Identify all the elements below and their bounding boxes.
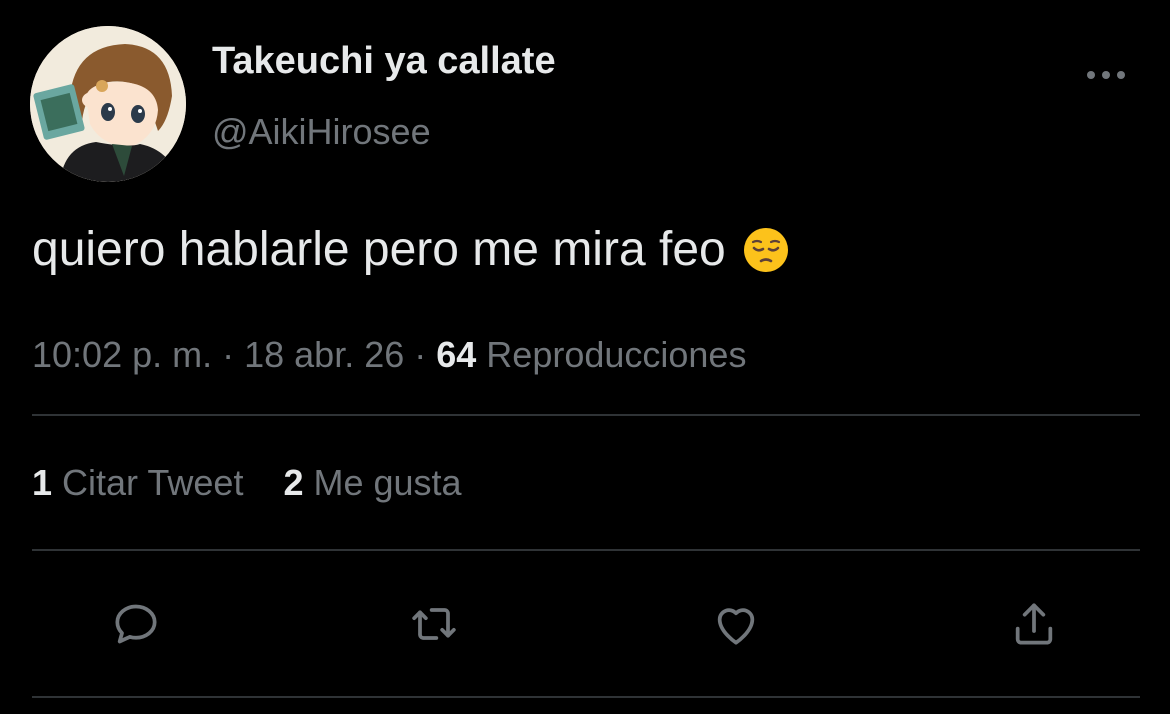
- author-handle[interactable]: @AikiHirosee: [212, 111, 431, 153]
- like-button[interactable]: [706, 594, 766, 654]
- tweet-meta: 10:02 p. m. · 18 abr. 26 · 64 Reproducci…: [32, 334, 746, 376]
- quote-tweets-count: 1: [32, 462, 53, 503]
- retweet-button[interactable]: [404, 594, 464, 654]
- more-dots-icon: [1087, 71, 1125, 79]
- tweet-text-content: quiero hablarle pero me mira feo: [32, 223, 726, 276]
- quote-tweets-stat[interactable]: 1 Citar Tweet: [32, 462, 243, 504]
- more-options-button[interactable]: [1082, 60, 1130, 90]
- likes-label: Me gusta: [303, 462, 462, 503]
- divider: [32, 696, 1140, 698]
- avatar-image: [30, 26, 186, 182]
- reply-icon: [115, 604, 157, 644]
- tweet-date[interactable]: 18 abr. 26: [244, 334, 404, 375]
- divider: [32, 549, 1140, 551]
- share-button[interactable]: [1004, 594, 1064, 654]
- author-display-name[interactable]: Takeuchi ya callate: [212, 40, 556, 83]
- action-bar: [0, 594, 1170, 654]
- meta-separator: ·: [404, 334, 437, 375]
- views-label: Reproducciones: [476, 334, 747, 375]
- quote-tweets-label: Citar Tweet: [52, 462, 244, 503]
- retweet-icon: [412, 608, 456, 640]
- pensive-face-icon: [743, 227, 788, 272]
- tweet-time[interactable]: 10:02 p. m.: [32, 334, 212, 375]
- meta-separator: ·: [212, 334, 245, 375]
- tweet-text: quiero hablarle pero me mira feo: [32, 222, 790, 277]
- likes-stat[interactable]: 2 Me gusta: [283, 462, 461, 504]
- reply-button[interactable]: [106, 594, 166, 654]
- likes-count: 2: [283, 462, 304, 503]
- like-icon: [717, 608, 755, 645]
- tweet: Takeuchi ya callate @AikiHirosee quiero …: [0, 0, 1170, 714]
- avatar[interactable]: [30, 26, 186, 182]
- views-count: 64: [436, 334, 477, 375]
- divider: [32, 414, 1140, 416]
- tweet-stats: 1 Citar Tweet 2 Me gusta: [32, 462, 462, 504]
- share-icon: [1015, 603, 1053, 645]
